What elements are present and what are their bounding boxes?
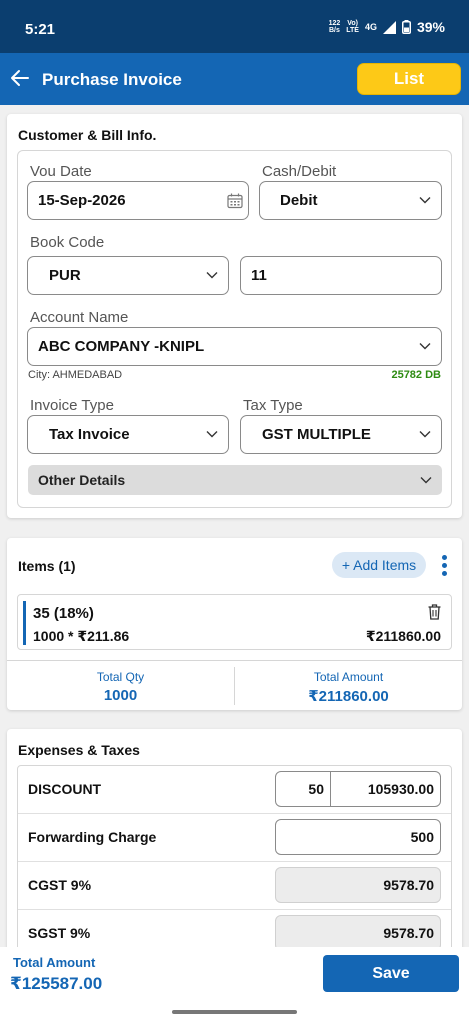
items-totals: Total Qty 1000 Total Amount ₹211860.00 [7, 660, 462, 710]
items-card: Items (1) + Add Items 35 (18%) 1000 * ₹2… [7, 538, 462, 710]
footer-total-value: ₹125587.00 [10, 974, 103, 993]
page-title: Purchase Invoice [42, 70, 182, 89]
items-title: Items (1) [18, 558, 76, 574]
expense-row-forwarding: Forwarding Charge 500 [18, 814, 451, 862]
network-type: 4G [364, 22, 377, 32]
customer-bill-title: Customer & Bill Info. [18, 127, 157, 143]
chevron-down-icon [419, 343, 431, 350]
account-balance: 25782 DB [391, 369, 441, 381]
account-name-label: Account Name [30, 309, 129, 326]
status-bar: 5:21 122 B/s Vo) LTE 4G 39% [0, 0, 469, 53]
item-name: 35 (18%) [33, 605, 94, 622]
book-code-label: Book Code [30, 234, 105, 251]
back-arrow-icon[interactable] [10, 68, 30, 88]
status-icons: 122 B/s Vo) LTE 4G 39% [329, 19, 445, 35]
item-row[interactable]: 35 (18%) 1000 * ₹211.86 ₹211860.00 [17, 594, 452, 650]
chevron-down-icon [206, 272, 218, 279]
battery-icon [401, 20, 411, 34]
account-name-select[interactable]: ABC COMPANY -KNIPL [27, 327, 442, 366]
forwarding-charge-input[interactable]: 500 [275, 819, 441, 855]
chevron-down-icon [420, 477, 432, 484]
network-speed: 122 B/s [328, 20, 341, 34]
total-qty: Total Qty 1000 [96, 670, 145, 704]
tax-type-label: Tax Type [243, 397, 303, 414]
book-number-input[interactable]: 11 [240, 256, 442, 295]
cash-debit-select[interactable]: Debit [259, 181, 442, 220]
expense-row-cgst: CGST 9% 9578.70 [18, 862, 451, 910]
item-amount: ₹211860.00 [365, 628, 441, 644]
more-options-icon[interactable] [442, 555, 448, 577]
customer-bill-form: Vou Date 15-Sep-2026 Cash/Debit Debit Bo… [17, 150, 452, 508]
list-button[interactable]: List [357, 63, 461, 95]
discount-amount-input[interactable]: 105930.00 [330, 771, 441, 807]
item-accent-bar [23, 601, 26, 645]
chevron-down-icon [419, 197, 431, 204]
items-total-amount: Total Amount ₹211860.00 [308, 670, 389, 705]
signal-icon [382, 20, 396, 34]
footer-total-label: Total Amount [13, 955, 96, 970]
status-time: 5:21 [25, 21, 56, 38]
volte-indicator: Vo) LTE [346, 20, 359, 34]
tax-type-select[interactable]: GST MULTIPLE [240, 415, 442, 454]
home-indicator[interactable] [172, 1010, 297, 1014]
chevron-down-icon [206, 431, 218, 438]
expenses-list: DISCOUNT 50 105930.00 Forwarding Charge … [17, 765, 452, 959]
customer-bill-card: Customer & Bill Info. Vou Date 15-Sep-20… [7, 114, 462, 518]
book-code-select[interactable]: PUR [27, 256, 229, 295]
battery-level: 39% [416, 19, 445, 35]
expenses-card: Expenses & Taxes DISCOUNT 50 105930.00 F… [7, 729, 462, 959]
app-bar: Purchase Invoice List [0, 53, 469, 105]
vou-date-label: Vou Date [30, 163, 92, 180]
city-text: City: AHMEDABAD [28, 369, 123, 381]
delete-icon[interactable] [428, 604, 441, 620]
expense-row-discount: DISCOUNT 50 105930.00 [18, 766, 451, 814]
expenses-title: Expenses & Taxes [18, 742, 140, 758]
calendar-icon[interactable] [227, 193, 243, 209]
chevron-down-icon [419, 431, 431, 438]
save-button[interactable]: Save [323, 955, 459, 992]
cash-debit-label: Cash/Debit [262, 163, 337, 180]
discount-percent-input[interactable]: 50 [275, 771, 331, 807]
invoice-type-select[interactable]: Tax Invoice [27, 415, 229, 454]
item-qty-rate: 1000 * ₹211.86 [33, 628, 130, 644]
bottom-bar: Total Amount ₹125587.00 Save [0, 947, 469, 1024]
sgst-value: 9578.70 [275, 915, 441, 951]
add-items-button[interactable]: + Add Items [332, 552, 426, 578]
cgst-value: 9578.70 [275, 867, 441, 903]
vou-date-field[interactable]: 15-Sep-2026 [27, 181, 249, 220]
invoice-type-label: Invoice Type [30, 397, 114, 414]
other-details-toggle[interactable]: Other Details [28, 465, 442, 495]
